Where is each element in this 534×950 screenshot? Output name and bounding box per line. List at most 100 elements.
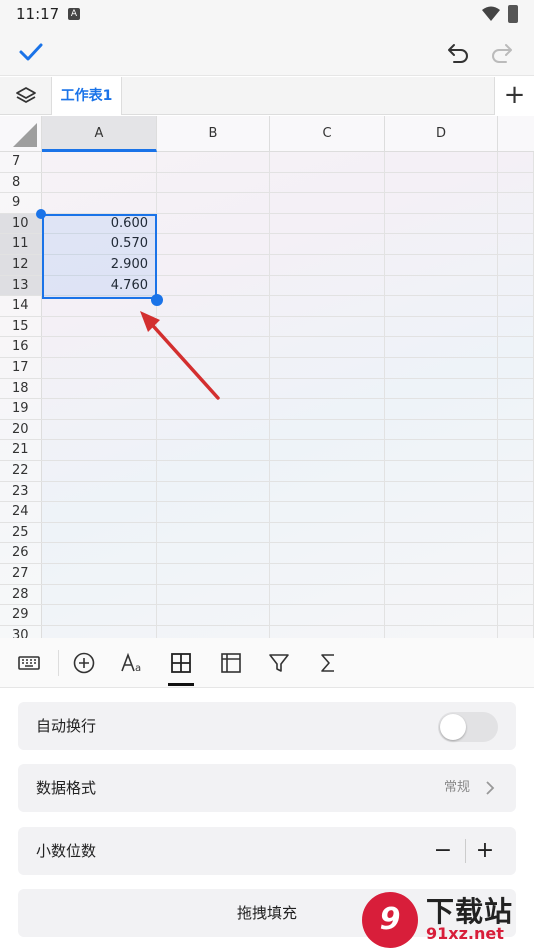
cell[interactable] [157,605,270,625]
cell[interactable] [270,419,385,440]
row-number[interactable]: 20 [0,419,42,440]
cell[interactable] [270,152,385,172]
cell[interactable] [385,461,498,481]
row-number[interactable]: 11 [0,234,42,254]
cell[interactable] [157,213,270,234]
cell[interactable] [385,584,498,605]
cell[interactable] [157,255,270,275]
filter-icon[interactable] [266,650,292,676]
cell[interactable] [42,502,157,522]
row-number[interactable]: 14 [0,296,42,316]
cell[interactable] [385,172,498,193]
cell[interactable] [385,440,498,460]
selection-range[interactable] [42,214,157,299]
table-icon[interactable] [218,650,244,676]
cell[interactable] [385,522,498,543]
row-number[interactable]: 19 [0,399,42,419]
row-number[interactable]: 15 [0,316,42,337]
decrease-decimal-button[interactable]: − [430,827,456,875]
cell[interactable] [42,461,157,481]
cell[interactable] [270,193,385,213]
row-number[interactable]: 8 [0,172,42,193]
row-number[interactable]: 22 [0,461,42,481]
row-number[interactable]: 29 [0,605,42,625]
cell[interactable] [157,275,270,296]
cell[interactable] [385,564,498,584]
cell[interactable] [385,358,498,378]
row-number[interactable]: 17 [0,358,42,378]
cell[interactable] [157,481,270,502]
cell[interactable] [498,625,534,638]
cell[interactable] [157,543,270,563]
cell[interactable] [498,564,534,584]
cell[interactable] [498,358,534,378]
cell[interactable] [498,296,534,316]
cell[interactable] [157,461,270,481]
cell[interactable] [42,625,157,638]
cell-format-icon[interactable] [168,650,194,676]
cell[interactable] [270,213,385,234]
cell[interactable] [157,440,270,460]
increase-decimal-button[interactable]: + [472,827,498,875]
column-header-a[interactable]: A [42,116,157,152]
cell[interactable] [42,564,157,584]
cell[interactable] [498,275,534,296]
insert-icon[interactable] [71,650,97,676]
cell[interactable] [157,625,270,638]
cell[interactable] [42,584,157,605]
cell[interactable] [42,522,157,543]
cell[interactable] [42,605,157,625]
cell[interactable] [498,255,534,275]
cell[interactable] [498,399,534,419]
cell[interactable] [385,481,498,502]
data-format-row[interactable]: 数据格式 常规 [18,764,516,812]
cell[interactable] [385,193,498,213]
cell[interactable] [498,440,534,460]
row-number[interactable]: 21 [0,440,42,460]
row-number[interactable]: 13 [0,275,42,296]
cell[interactable] [157,584,270,605]
text-format-icon[interactable]: a [119,650,145,676]
cell[interactable] [270,234,385,254]
row-number[interactable]: 16 [0,337,42,357]
cell[interactable] [270,625,385,638]
keyboard-icon[interactable] [16,650,42,676]
selection-handle-start[interactable] [36,209,46,219]
spreadsheet-grid[interactable]: A B C D 7 8 9 10 0.600 11 0.570 12 2.900 13 4.760 1… [0,116,534,638]
cell[interactable] [385,337,498,357]
cell[interactable] [385,625,498,638]
cell[interactable] [385,275,498,296]
cell[interactable] [157,234,270,254]
cell[interactable] [385,543,498,563]
cell[interactable] [42,481,157,502]
sheets-menu-button[interactable] [0,77,52,115]
cell[interactable] [270,461,385,481]
cell[interactable] [270,564,385,584]
cell[interactable] [270,296,385,316]
cell[interactable] [385,502,498,522]
fill-handle[interactable] [151,294,163,306]
cell[interactable] [385,316,498,337]
cell[interactable] [270,337,385,357]
row-number[interactable]: 25 [0,522,42,543]
cell[interactable] [498,481,534,502]
row-number[interactable]: 18 [0,378,42,399]
cell[interactable] [385,378,498,399]
cell[interactable] [270,584,385,605]
cell[interactable] [498,337,534,357]
cell[interactable] [498,378,534,399]
sheet-tab-active[interactable]: 工作表1 [52,77,122,115]
cell[interactable] [498,419,534,440]
cell[interactable] [42,419,157,440]
cell[interactable] [385,605,498,625]
column-header-d[interactable]: D [385,116,498,152]
cell[interactable] [385,255,498,275]
cell[interactable] [270,358,385,378]
cell[interactable] [270,543,385,563]
cell[interactable] [270,522,385,543]
row-number[interactable]: 10 [0,213,42,234]
cell[interactable] [498,152,534,172]
cell[interactable] [498,502,534,522]
cell[interactable] [42,172,157,193]
cell[interactable] [385,152,498,172]
